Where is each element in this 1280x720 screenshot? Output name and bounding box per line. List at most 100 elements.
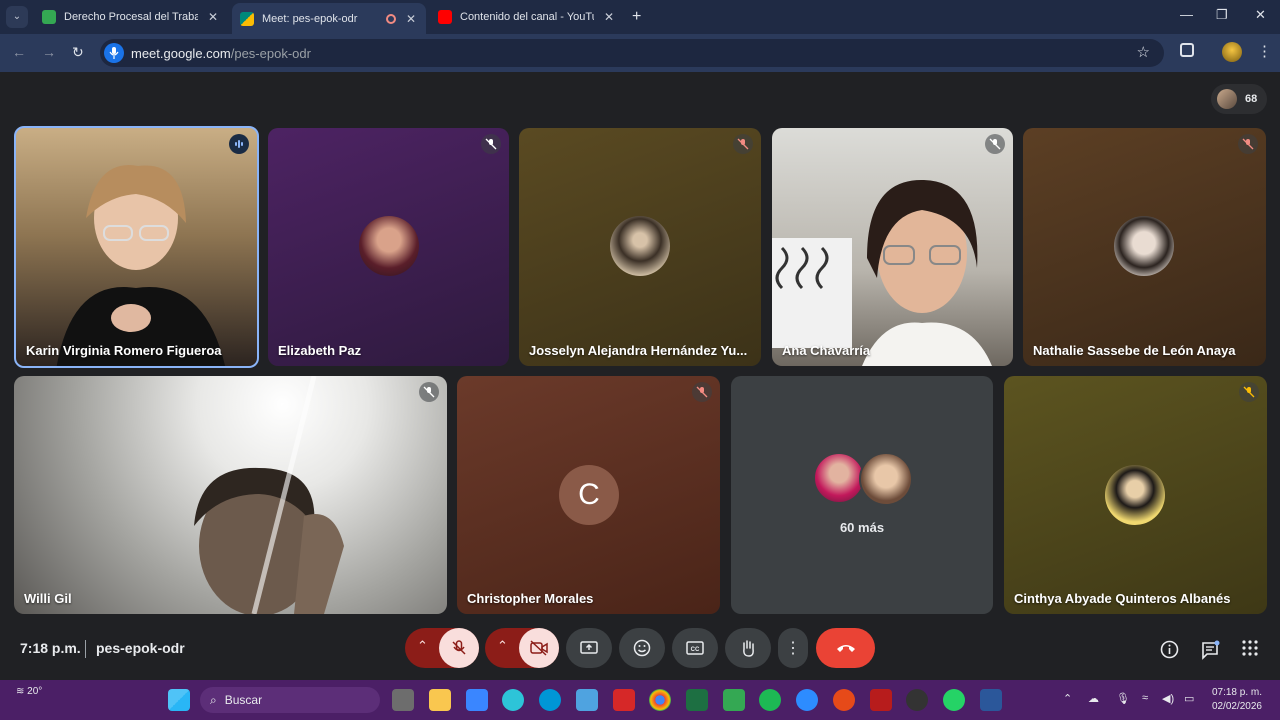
audio-options-chevron-icon[interactable]: ⌃	[417, 638, 428, 654]
participant-tile[interactable]: C Christopher Morales	[457, 376, 720, 614]
recording-icon	[386, 13, 396, 24]
tab-derecho[interactable]: Derecho Procesal del Trabajo I ✕	[34, 4, 228, 30]
spotify-icon[interactable]	[759, 689, 781, 711]
end-call-icon	[836, 645, 855, 652]
camera-control: ⌃	[485, 628, 559, 668]
obs-icon[interactable]	[906, 689, 928, 711]
weather-widget[interactable]: ≋ 20°	[16, 686, 42, 697]
tab-meet[interactable]: Meet: pes-epok-odr ✕	[232, 3, 426, 34]
chrome-icon[interactable]	[649, 689, 671, 711]
avatar	[1217, 89, 1237, 109]
participant-tile[interactable]: Nathalie Sassebe de León Anaya	[1023, 128, 1266, 366]
captions-button[interactable]: CC	[672, 628, 718, 668]
present-screen-button[interactable]	[566, 628, 612, 668]
participant-tile[interactable]: Josselyn Alejandra Hernández Yu...	[519, 128, 761, 366]
tab-title: Derecho Procesal del Trabajo I	[64, 11, 198, 23]
taskbar-search[interactable]: ⌕ Buscar	[200, 687, 380, 713]
address-bar[interactable]: meet.google.com/pes-epok-odr ☆	[100, 39, 1164, 67]
edge-icon[interactable]	[502, 689, 524, 711]
system-clock[interactable]: 07:18 p. m. 02/02/2026	[1212, 686, 1262, 714]
back-button[interactable]: ←	[12, 44, 26, 60]
mcafee-icon[interactable]	[613, 689, 635, 711]
participant-tile[interactable]: Ana Chavarría	[772, 128, 1013, 366]
youtube-icon	[438, 10, 452, 24]
mic-off-button[interactable]	[439, 628, 479, 668]
divider	[85, 640, 86, 658]
emoji-icon	[633, 639, 651, 657]
more-options-button[interactable]: ⋮	[778, 628, 808, 668]
participant-tile[interactable]: Cinthya Abyade Quinteros Albanés	[1004, 376, 1267, 614]
participant-name: Christopher Morales	[467, 591, 594, 606]
raise-hand-button[interactable]	[725, 628, 771, 668]
weather-temp: 20°	[27, 686, 43, 697]
windows-taskbar: ≋ 20° ⌕ Buscar ⌃ ☁ 🎙 ≈ ◀) ▭ 07:18 p. m. …	[0, 680, 1280, 720]
file-explorer-icon[interactable]	[429, 689, 451, 711]
avatar	[359, 216, 419, 276]
activities-button[interactable]	[1242, 640, 1258, 661]
participant-tile[interactable]: Elizabeth Paz	[268, 128, 509, 366]
mic-permission-icon[interactable]	[104, 43, 124, 63]
netflix-icon[interactable]	[870, 689, 892, 711]
microphone-icon[interactable]: 🎙	[1116, 692, 1130, 705]
app-icon[interactable]	[576, 689, 598, 711]
wifi-icon[interactable]: ≈	[1142, 692, 1148, 704]
excel-icon[interactable]	[686, 689, 708, 711]
video-feed	[194, 376, 344, 614]
camera-off-button[interactable]	[519, 628, 559, 668]
meeting-code: pes-epok-odr	[96, 640, 185, 656]
url-path: /pes-epok-odr	[230, 45, 311, 61]
maximize-button[interactable]: ❐	[1216, 7, 1228, 23]
powerpoint-icon[interactable]	[833, 689, 855, 711]
meeting-details-button[interactable]	[1160, 640, 1179, 664]
bookmark-star-icon[interactable]: ☆	[1137, 43, 1150, 61]
avatar: C	[559, 465, 619, 525]
extensions-icon[interactable]	[1180, 43, 1194, 57]
participant-name: Josselyn Alejandra Hernández Yu...	[529, 343, 748, 358]
close-icon[interactable]: ✕	[602, 10, 616, 24]
onedrive-icon[interactable]: ☁	[1088, 692, 1099, 705]
whatsapp-icon[interactable]	[943, 689, 965, 711]
task-view-icon[interactable]	[392, 689, 414, 711]
avatar	[1114, 216, 1174, 276]
reload-button[interactable]: ↻	[72, 44, 84, 61]
close-icon[interactable]: ✕	[404, 12, 418, 26]
reactions-button[interactable]	[619, 628, 665, 668]
present-icon	[580, 641, 598, 654]
avatar	[1105, 465, 1165, 525]
forward-button[interactable]: →	[42, 44, 56, 60]
show-hidden-icons[interactable]: ⌃	[1063, 692, 1072, 705]
avatar	[610, 216, 670, 276]
minimize-button[interactable]: —	[1180, 7, 1193, 22]
more-participants-tile[interactable]: 60 más	[731, 376, 993, 614]
profile-avatar[interactable]	[1222, 42, 1242, 62]
close-icon[interactable]: ✕	[206, 10, 220, 24]
volume-icon[interactable]: ◀)	[1162, 692, 1174, 705]
windows-start-icon[interactable]	[168, 689, 190, 711]
tab-title: Contenido del canal - YouTube	[460, 11, 594, 23]
browser-menu-icon[interactable]: ⋮	[1257, 42, 1272, 60]
new-tab-button[interactable]: +	[632, 8, 641, 26]
meeting-clock: 7:18 p.m.	[20, 640, 81, 656]
video-options-chevron-icon[interactable]: ⌃	[497, 638, 508, 654]
mic-muted-icon	[1238, 134, 1258, 154]
hp-icon[interactable]	[539, 689, 561, 711]
chat-button[interactable]	[1201, 640, 1221, 665]
leave-call-button[interactable]	[816, 628, 875, 668]
meet-icon	[240, 11, 254, 26]
zoom-icon[interactable]	[796, 689, 818, 711]
participants-count[interactable]: 68	[1211, 84, 1267, 114]
battery-icon[interactable]: ▭	[1184, 692, 1194, 705]
camera-off-icon	[530, 640, 548, 656]
tab-youtube[interactable]: Contenido del canal - YouTube ✕	[430, 4, 624, 30]
participant-tile[interactable]: Willi Gil	[14, 376, 447, 614]
participant-tile[interactable]: Karin Virginia Romero Figueroa	[14, 126, 259, 368]
classroom-icon[interactable]	[723, 689, 745, 711]
close-window-button[interactable]: ✕	[1255, 7, 1266, 23]
search-label: Buscar	[224, 693, 263, 707]
meeting-controls: 7:18 p.m. pes-epok-odr ⌃ ⌃ CC ⋮	[0, 628, 1280, 676]
word-icon[interactable]	[980, 689, 1002, 711]
tab-search-button[interactable]: ⌄	[6, 6, 28, 28]
store-icon[interactable]	[466, 689, 488, 711]
mic-muted-icon	[733, 134, 753, 154]
participant-count-text: 68	[1245, 93, 1258, 105]
